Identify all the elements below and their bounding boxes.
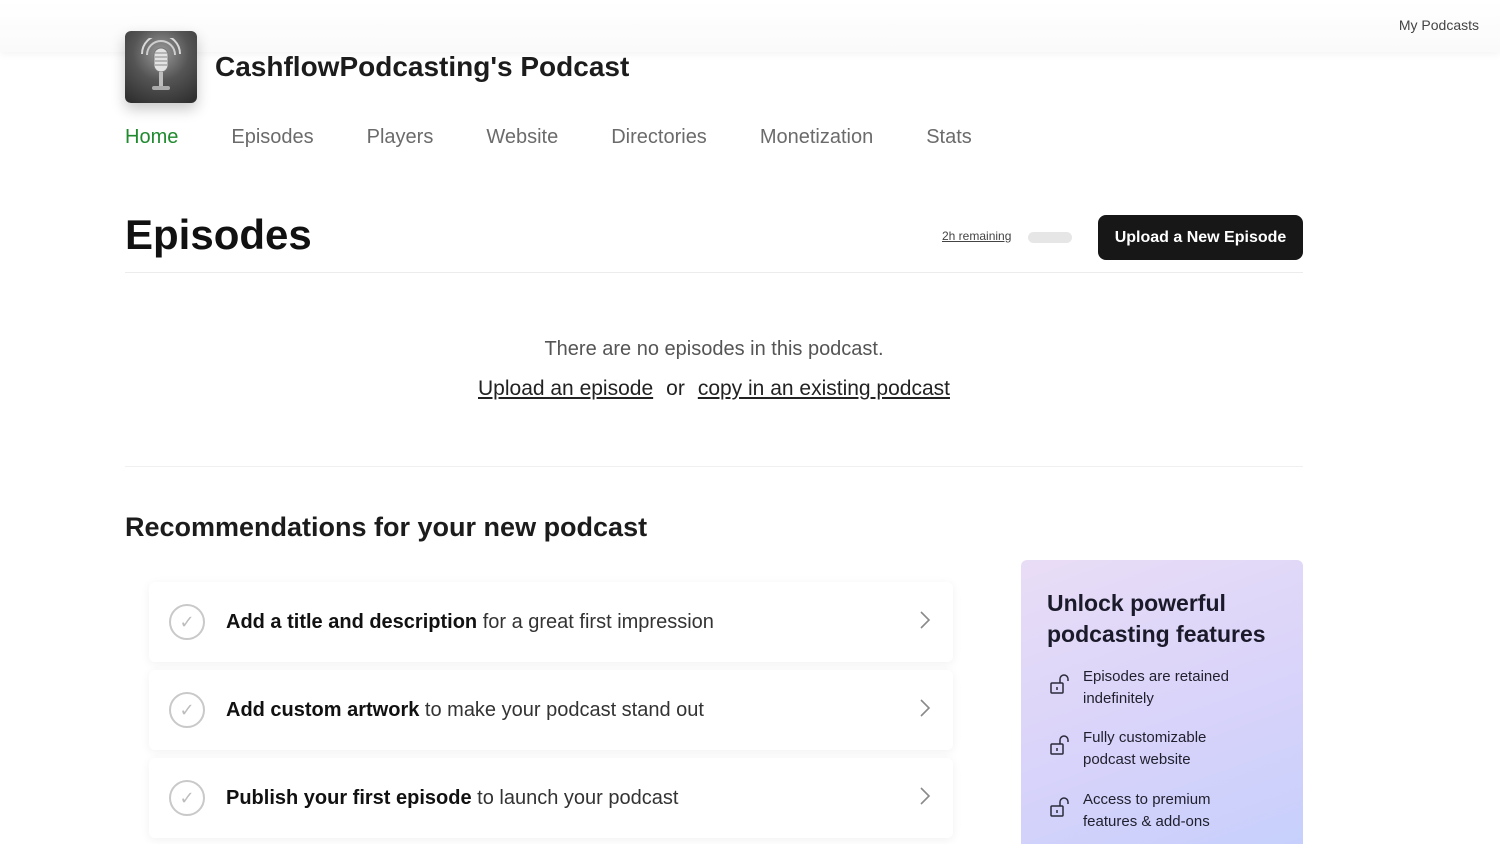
feature-item: Fully customizable podcast website bbox=[1049, 727, 1289, 771]
feature-text: Access to premium features & add-ons bbox=[1083, 791, 1211, 830]
copy-existing-podcast-link[interactable]: copy in an existing podcast bbox=[698, 377, 950, 400]
nav-directories[interactable]: Directories bbox=[611, 126, 707, 149]
feature-text: Episodes are retained indefinitely bbox=[1083, 668, 1229, 707]
check-circle-icon: ✓ bbox=[169, 780, 205, 816]
recommendation-rest: to launch your podcast bbox=[471, 786, 679, 809]
nav-monetization[interactable]: Monetization bbox=[760, 126, 873, 149]
recommendation-first-episode[interactable]: ✓ Publish your first episode to launch y… bbox=[149, 758, 953, 838]
podcast-artwork[interactable] bbox=[125, 31, 197, 103]
recommendation-rest: to make your podcast stand out bbox=[419, 698, 704, 721]
recommendations-heading: Recommendations for your new podcast bbox=[125, 512, 648, 542]
recommendation-text: Publish your first episode to launch you… bbox=[226, 787, 678, 810]
unlock-icon bbox=[1050, 674, 1069, 694]
nav-website[interactable]: Website bbox=[486, 126, 558, 149]
upload-episode-link[interactable]: Upload an episode bbox=[478, 377, 653, 400]
recommendation-bold: Add custom artwork bbox=[226, 698, 420, 721]
recommendation-rest: for a great first impression bbox=[477, 610, 714, 633]
chevron-right-icon bbox=[920, 699, 931, 717]
recommendation-custom-artwork[interactable]: ✓ Add custom artwork to make your podcas… bbox=[149, 670, 953, 750]
nav-players[interactable]: Players bbox=[367, 126, 434, 149]
or-text: or bbox=[666, 377, 685, 400]
unlock-icon bbox=[1050, 735, 1069, 755]
recommendation-bold: Publish your first episode bbox=[226, 786, 472, 809]
nav-episodes[interactable]: Episodes bbox=[231, 126, 313, 149]
storage-remaining-link[interactable]: 2h remaining bbox=[942, 229, 1011, 243]
chevron-right-icon bbox=[920, 611, 931, 629]
recommendation-title-description[interactable]: ✓ Add a title and description for a grea… bbox=[149, 582, 953, 662]
divider bbox=[125, 466, 1303, 467]
feature-text: Fully customizable podcast website bbox=[1083, 729, 1207, 768]
microphone-icon bbox=[141, 38, 181, 90]
storage-progress-bar bbox=[1028, 232, 1072, 243]
episodes-heading: Episodes bbox=[125, 211, 312, 258]
recommendation-text: Add custom artwork to make your podcast … bbox=[226, 699, 704, 722]
divider bbox=[125, 272, 1303, 273]
podcast-title: CashflowPodcasting's Podcast bbox=[215, 51, 630, 82]
check-circle-icon: ✓ bbox=[169, 692, 205, 728]
empty-state-message: There are no episodes in this podcast. bbox=[544, 338, 884, 360]
nav-home[interactable]: Home bbox=[125, 126, 178, 149]
feature-item: Access to premium features & add-ons bbox=[1049, 789, 1289, 833]
unlock-icon bbox=[1050, 797, 1069, 817]
upload-new-episode-button[interactable]: Upload a New Episode bbox=[1098, 215, 1303, 260]
upsell-title: Unlock powerful podcasting features bbox=[1047, 590, 1266, 647]
nav-stats[interactable]: Stats bbox=[926, 126, 972, 149]
empty-state-actions: Upload an episode or copy in an existing p… bbox=[125, 377, 1303, 401]
recommendation-bold: Add a title and description bbox=[226, 610, 478, 633]
podcast-header: CashflowPodcasting's Podcast bbox=[125, 31, 629, 103]
upsell-card[interactable]: Unlock powerful podcasting features Epis… bbox=[1021, 560, 1303, 844]
feature-item: Episodes are retained indefinitely bbox=[1049, 666, 1289, 710]
my-podcasts-link[interactable]: My Podcasts bbox=[1399, 17, 1479, 33]
recommendation-text: Add a title and description for a great … bbox=[226, 611, 714, 634]
chevron-right-icon bbox=[920, 787, 931, 805]
main-nav: Home Episodes Players Website Directorie… bbox=[125, 126, 1025, 149]
check-circle-icon: ✓ bbox=[169, 604, 205, 640]
